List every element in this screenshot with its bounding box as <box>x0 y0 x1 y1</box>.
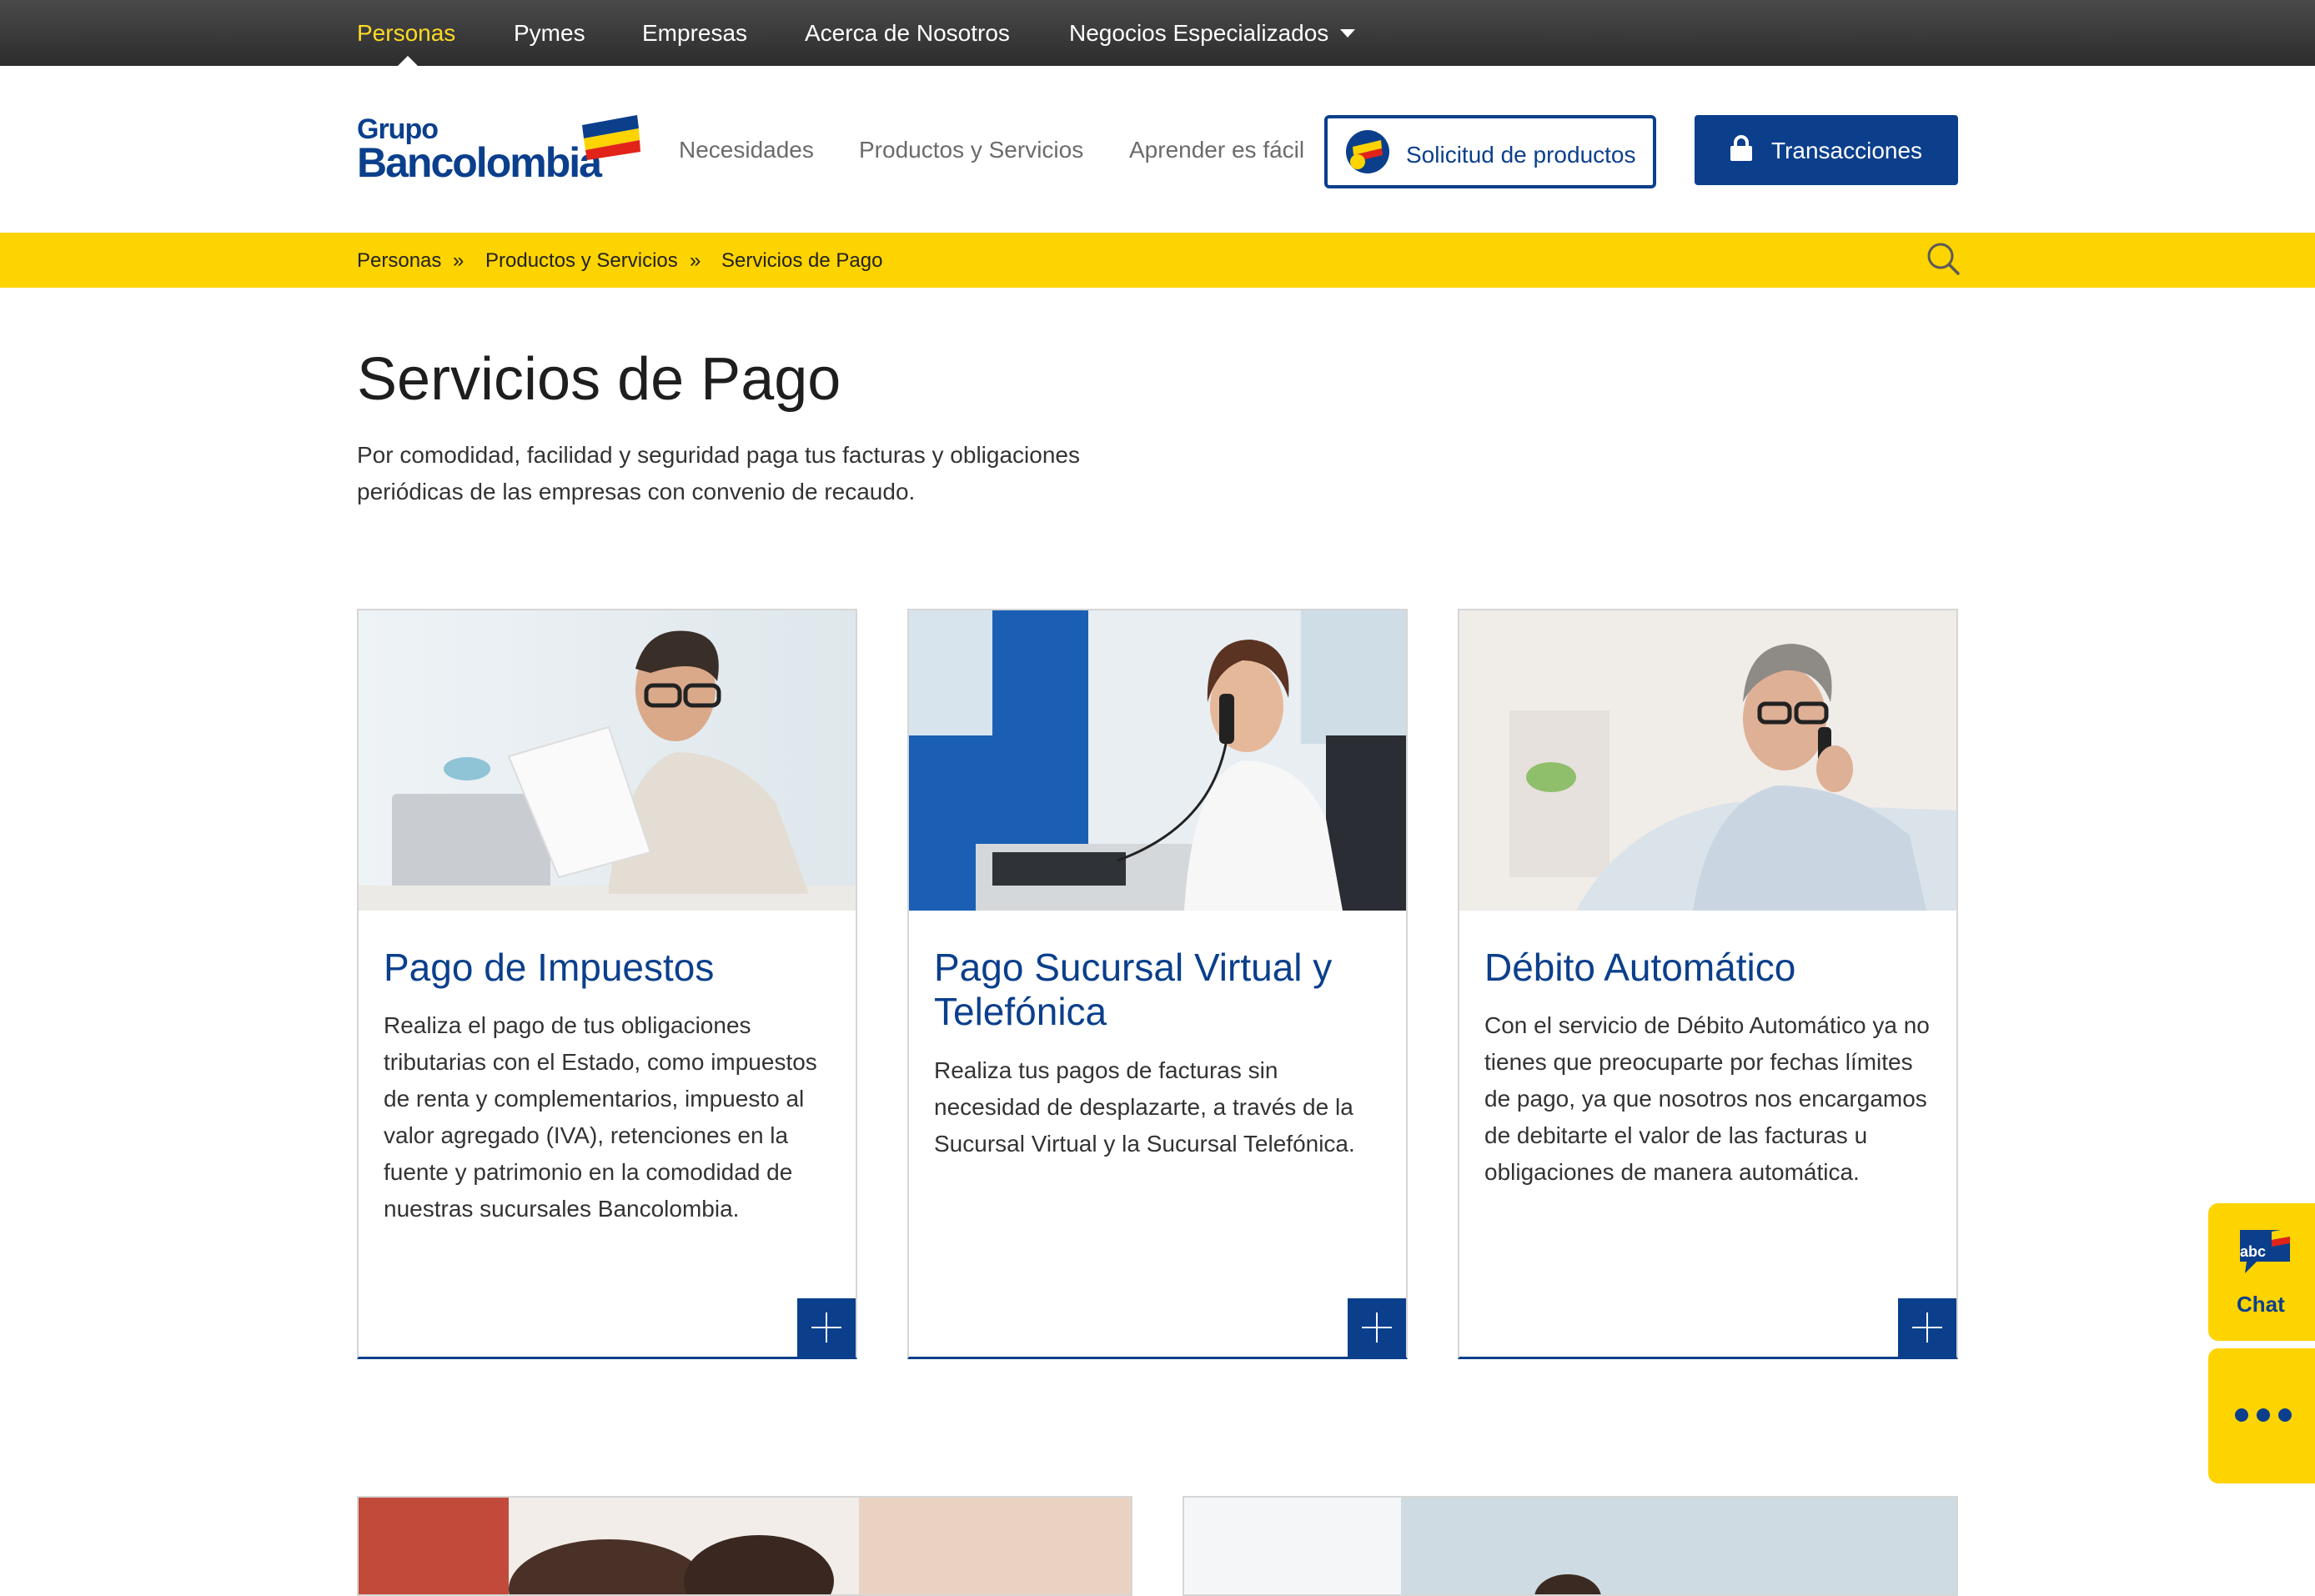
solicitud-productos-button[interactable]: Solicitud de productos <box>1324 115 1656 188</box>
more-dots-icon <box>2235 1408 2248 1422</box>
transacciones-label: Transacciones <box>1771 138 1923 163</box>
nav-necesidades[interactable]: Necesidades <box>679 137 814 163</box>
expand-plus-button[interactable] <box>1898 1298 1956 1357</box>
active-indicator <box>397 56 419 67</box>
card-title[interactable]: Pago de Impuestos <box>384 946 834 990</box>
solicitud-label: Solicitud de productos <box>1406 142 1636 168</box>
transacciones-button[interactable]: Transacciones <box>1695 115 1958 185</box>
card-image-man-reading <box>359 610 856 911</box>
card-description: Realiza el pago de tus obligaciones trib… <box>384 1012 817 1222</box>
breadcrumb-current: Servicios de Pago <box>721 249 883 272</box>
card-title[interactable]: Débito Automático <box>1484 946 1935 990</box>
card-image-man-phone <box>1459 610 1956 911</box>
breadcrumb-personas[interactable]: Personas <box>357 249 441 273</box>
nav-productos-servicios[interactable]: Productos y Servicios <box>859 137 1083 163</box>
card-description: Realiza tus pagos de facturas sin necesi… <box>934 1057 1355 1157</box>
chevron-down-icon[interactable] <box>1340 29 1355 38</box>
more-options-button[interactable] <box>2208 1348 2315 1483</box>
card-title[interactable]: Pago Sucursal Virtual y Telefónica <box>934 946 1384 1034</box>
topnav-negocios[interactable]: Negocios Especializados <box>1069 20 1328 47</box>
chat-badge-text: abc <box>2240 1243 2267 1260</box>
topnav-acerca[interactable]: Acerca de Nosotros <box>805 20 1010 47</box>
product-request-icon <box>1346 130 1389 173</box>
nav-aprender[interactable]: Aprender es fácil <box>1129 137 1304 163</box>
page-title: Servicios de Pago <box>357 346 841 413</box>
search-icon[interactable] <box>1926 242 1961 277</box>
expand-plus-button[interactable] <box>1348 1298 1406 1357</box>
topnav-pymes[interactable]: Pymes <box>514 20 585 47</box>
card-description: Con el servicio de Débito Automático ya … <box>1484 1012 1930 1185</box>
service-card-sucursal[interactable]: Pago Sucursal Virtual y Telefónica Reali… <box>907 609 1408 1359</box>
card-image-office <box>1184 1498 1956 1594</box>
expand-plus-button[interactable] <box>797 1298 856 1357</box>
more-dots-icon <box>2278 1408 2292 1422</box>
topnav-empresas[interactable]: Empresas <box>642 20 747 47</box>
service-card-debito[interactable]: Débito Automático Con el servicio de Déb… <box>1458 609 1958 1359</box>
card-image-people <box>359 1498 1131 1594</box>
breadcrumb-productos-servicios[interactable]: Productos y Servicios <box>485 249 678 273</box>
service-card-partial[interactable] <box>357 1496 1132 1596</box>
bancolombia-logo[interactable]: Grupo Bancolombia <box>357 113 640 186</box>
logo-flag-icon <box>582 115 640 160</box>
service-card-impuestos[interactable]: Pago de Impuestos Realiza el pago de tus… <box>357 609 857 1359</box>
breadcrumb-separator: » <box>690 249 701 272</box>
card-image-woman-phone <box>909 610 1406 911</box>
chat-widget-button[interactable]: abc Chat <box>2208 1203 2315 1341</box>
more-dots-icon <box>2257 1408 2270 1422</box>
logo-text-bancolombia: Bancolombia <box>357 139 602 186</box>
lock-icon <box>1730 135 1752 161</box>
topnav-personas[interactable]: Personas <box>357 20 455 47</box>
top-navigation-bar: Personas Pymes Empresas Acerca de Nosotr… <box>0 0 2315 67</box>
page-description: Por comodidad, facilidad y seguridad pag… <box>357 442 1080 504</box>
service-card-partial[interactable] <box>1183 1496 1958 1596</box>
breadcrumb-separator: » <box>453 249 465 272</box>
breadcrumb <box>0 233 2315 288</box>
chat-label: Chat <box>2237 1292 2285 1317</box>
